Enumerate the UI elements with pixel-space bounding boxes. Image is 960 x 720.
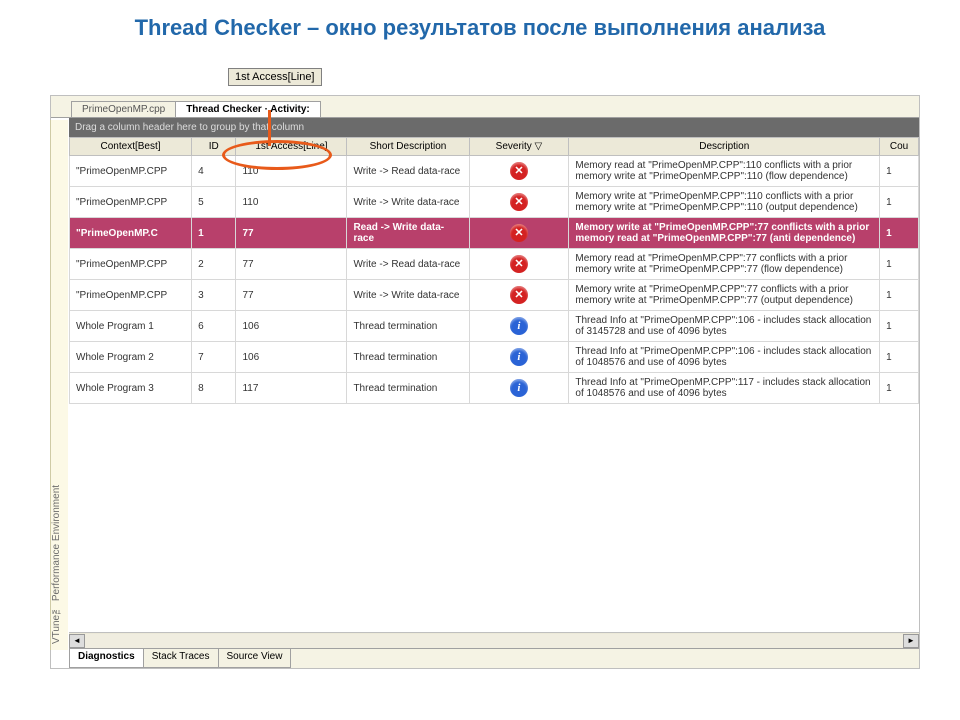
cell-shortdesc: Write -> Write data-race (347, 280, 469, 311)
info-icon: i (510, 348, 528, 366)
col-short-description[interactable]: Short Description (347, 138, 469, 156)
cell-shortdesc: Read -> Write data-race (347, 218, 469, 249)
col-description[interactable]: Description (569, 138, 880, 156)
cell-severity: ✕ (469, 218, 569, 249)
col-count[interactable]: Cou (880, 138, 919, 156)
cell-count: 1 (880, 187, 919, 218)
tab-thread-checker[interactable]: Thread Checker · Activity: (175, 101, 321, 117)
col-severity[interactable]: Severity ▽ (469, 138, 569, 156)
table-row[interactable]: Whole Program 38117Thread termination i Th… (70, 373, 919, 404)
error-icon: ✕ (510, 224, 528, 242)
cell-context: "PrimeOpenMP.CPP (70, 156, 192, 187)
cell-shortdesc: Thread termination (347, 311, 469, 342)
cell-count: 1 (880, 280, 919, 311)
cell-desc: Memory write at "PrimeOpenMP.CPP":77 con… (569, 280, 880, 311)
cell-access: 77 (236, 249, 347, 280)
cell-shortdesc: Write -> Read data-race (347, 156, 469, 187)
cell-desc: Thread Info at "PrimeOpenMP.CPP":106 - i… (569, 342, 880, 373)
cell-severity: ✕ (469, 156, 569, 187)
cell-count: 1 (880, 311, 919, 342)
cell-id: 6 (192, 311, 236, 342)
error-icon: ✕ (510, 162, 528, 180)
table-row[interactable]: "PrimeOpenMP.C177Read -> Write data-race… (70, 218, 919, 249)
col-first-access[interactable]: 1st Access[Line] (236, 138, 347, 156)
cell-count: 1 (880, 342, 919, 373)
cell-count: 1 (880, 249, 919, 280)
cell-context: Whole Program 1 (70, 311, 192, 342)
cell-severity: ✕ (469, 187, 569, 218)
cell-id: 1 (192, 218, 236, 249)
results-table: Context[Best] ID 1st Access[Line] Short … (69, 137, 919, 404)
cell-severity: i (469, 342, 569, 373)
cell-shortdesc: Write -> Write data-race (347, 187, 469, 218)
editor-tabs: PrimeOpenMP.cpp Thread Checker · Activit… (51, 96, 919, 118)
cell-severity: ✕ (469, 280, 569, 311)
cell-context: "PrimeOpenMP.CPP (70, 280, 192, 311)
col-id[interactable]: ID (192, 138, 236, 156)
table-row[interactable]: "PrimeOpenMP.CPP5110Write -> Write data-… (70, 187, 919, 218)
horizontal-scrollbar[interactable]: ◄ ► (69, 632, 919, 648)
cell-id: 8 (192, 373, 236, 404)
cell-shortdesc: Thread termination (347, 373, 469, 404)
group-by-hint[interactable]: Drag a column header here to group by th… (69, 118, 919, 137)
scroll-right-button[interactable]: ► (903, 634, 919, 648)
cell-access: 110 (236, 156, 347, 187)
table-row[interactable]: "PrimeOpenMP.CPP277Write -> Read data-ra… (70, 249, 919, 280)
tab-source-view[interactable]: Source View (218, 649, 292, 668)
scroll-track[interactable] (85, 634, 903, 648)
cell-id: 2 (192, 249, 236, 280)
info-icon: i (510, 317, 528, 335)
cell-severity: i (469, 311, 569, 342)
thread-checker-window: PrimeOpenMP.cpp Thread Checker · Activit… (50, 95, 920, 669)
cell-access: 110 (236, 187, 347, 218)
table-row[interactable]: "PrimeOpenMP.CPP377Write -> Write data-r… (70, 280, 919, 311)
page-title: Thread Checker – окно результатов после … (0, 0, 960, 53)
cell-access: 77 (236, 280, 347, 311)
cell-count: 1 (880, 156, 919, 187)
callout-label: 1st Access[Line] (228, 68, 322, 86)
cell-severity: ✕ (469, 249, 569, 280)
cell-severity: i (469, 373, 569, 404)
cell-access: 106 (236, 342, 347, 373)
table-row[interactable]: Whole Program 16106Thread termination i Th… (70, 311, 919, 342)
cell-context: "PrimeOpenMP.CPP (70, 187, 192, 218)
table-row[interactable]: "PrimeOpenMP.CPP4110Write -> Read data-r… (70, 156, 919, 187)
cell-context: Whole Program 2 (70, 342, 192, 373)
bottom-tabs: Diagnostics Stack Traces Source View (69, 648, 919, 668)
cell-shortdesc: Write -> Read data-race (347, 249, 469, 280)
col-context[interactable]: Context[Best] (70, 138, 192, 156)
error-icon: ✕ (510, 286, 528, 304)
tab-source-file[interactable]: PrimeOpenMP.cpp (71, 101, 176, 117)
cell-access: 117 (236, 373, 347, 404)
cell-count: 1 (880, 373, 919, 404)
results-table-wrap: Context[Best] ID 1st Access[Line] Short … (69, 137, 919, 632)
cell-id: 7 (192, 342, 236, 373)
info-icon: i (510, 379, 528, 397)
cell-id: 3 (192, 280, 236, 311)
cell-access: 106 (236, 311, 347, 342)
tab-stack-traces[interactable]: Stack Traces (143, 649, 219, 668)
cell-desc: Memory write at "PrimeOpenMP.CPP":110 co… (569, 187, 880, 218)
cell-context: "PrimeOpenMP.C (70, 218, 192, 249)
cell-context: Whole Program 3 (70, 373, 192, 404)
cell-id: 4 (192, 156, 236, 187)
error-icon: ✕ (510, 255, 528, 273)
scroll-left-button[interactable]: ◄ (69, 634, 85, 648)
cell-access: 77 (236, 218, 347, 249)
cell-desc: Memory write at "PrimeOpenMP.CPP":77 con… (569, 218, 880, 249)
error-icon: ✕ (510, 193, 528, 211)
cell-desc: Memory read at "PrimeOpenMP.CPP":110 con… (569, 156, 880, 187)
cell-shortdesc: Thread termination (347, 342, 469, 373)
cell-id: 5 (192, 187, 236, 218)
cell-desc: Thread Info at "PrimeOpenMP.CPP":106 - i… (569, 311, 880, 342)
cell-desc: Thread Info at "PrimeOpenMP.CPP":117 - i… (569, 373, 880, 404)
cell-context: "PrimeOpenMP.CPP (70, 249, 192, 280)
table-row[interactable]: Whole Program 27106Thread termination i Th… (70, 342, 919, 373)
cell-count: 1 (880, 218, 919, 249)
cell-desc: Memory read at "PrimeOpenMP.CPP":77 conf… (569, 249, 880, 280)
tab-diagnostics[interactable]: Diagnostics (69, 649, 144, 668)
vtune-sidebar-label: VTune™ Performance Environment (50, 120, 68, 650)
